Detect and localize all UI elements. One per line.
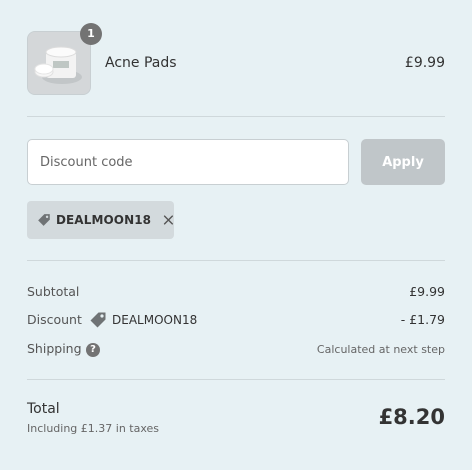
- subtotal-label: Subtotal: [27, 284, 80, 299]
- apply-button[interactable]: Apply: [361, 139, 445, 185]
- price-summary: Subtotal £9.99 Discount DEALMOON18 - £1.…: [27, 261, 445, 380]
- subtotal-value: £9.99: [409, 284, 445, 299]
- help-icon[interactable]: ?: [86, 343, 100, 357]
- shipping-row: Shipping ? Calculated at next step: [27, 341, 445, 359]
- applied-discount-tag: DEALMOON18: [27, 201, 174, 239]
- tax-note: Including £1.37 in taxes: [27, 422, 160, 435]
- product-thumbnail: 1: [27, 23, 102, 95]
- total-section: Total Including £1.37 in taxes £8.20: [27, 380, 445, 470]
- shipping-value: Calculated at next step: [316, 343, 445, 356]
- discount-label: Discount: [27, 312, 82, 327]
- discount-row: Discount DEALMOON18 - £1.79: [27, 312, 445, 330]
- product-price: £9.99: [404, 55, 445, 71]
- product-line: 1 Acne Pads £9.99: [27, 0, 445, 117]
- total-label: Total: [27, 401, 60, 417]
- product-name: Acne Pads: [105, 55, 177, 71]
- tag-icon: [90, 312, 106, 328]
- discount-code-label: DEALMOON18: [112, 313, 198, 327]
- applied-code-label: DEALMOON18: [55, 213, 152, 227]
- discount-section: Apply DEALMOON18: [27, 117, 445, 261]
- close-icon[interactable]: [163, 213, 174, 227]
- discount-code-input[interactable]: [27, 139, 349, 185]
- discount-value: - £1.79: [400, 312, 445, 327]
- product-image: [28, 32, 90, 94]
- subtotal-row: Subtotal £9.99: [27, 284, 445, 302]
- discount-code-tag: DEALMOON18: [89, 311, 197, 329]
- tag-icon: [38, 214, 50, 226]
- total-value: £8.20: [378, 405, 445, 429]
- shipping-label: Shipping: [27, 341, 82, 356]
- quantity-badge: 1: [80, 23, 102, 45]
- order-summary: 1 Acne Pads £9.99 Apply DEALMOON18 Subto…: [27, 0, 445, 470]
